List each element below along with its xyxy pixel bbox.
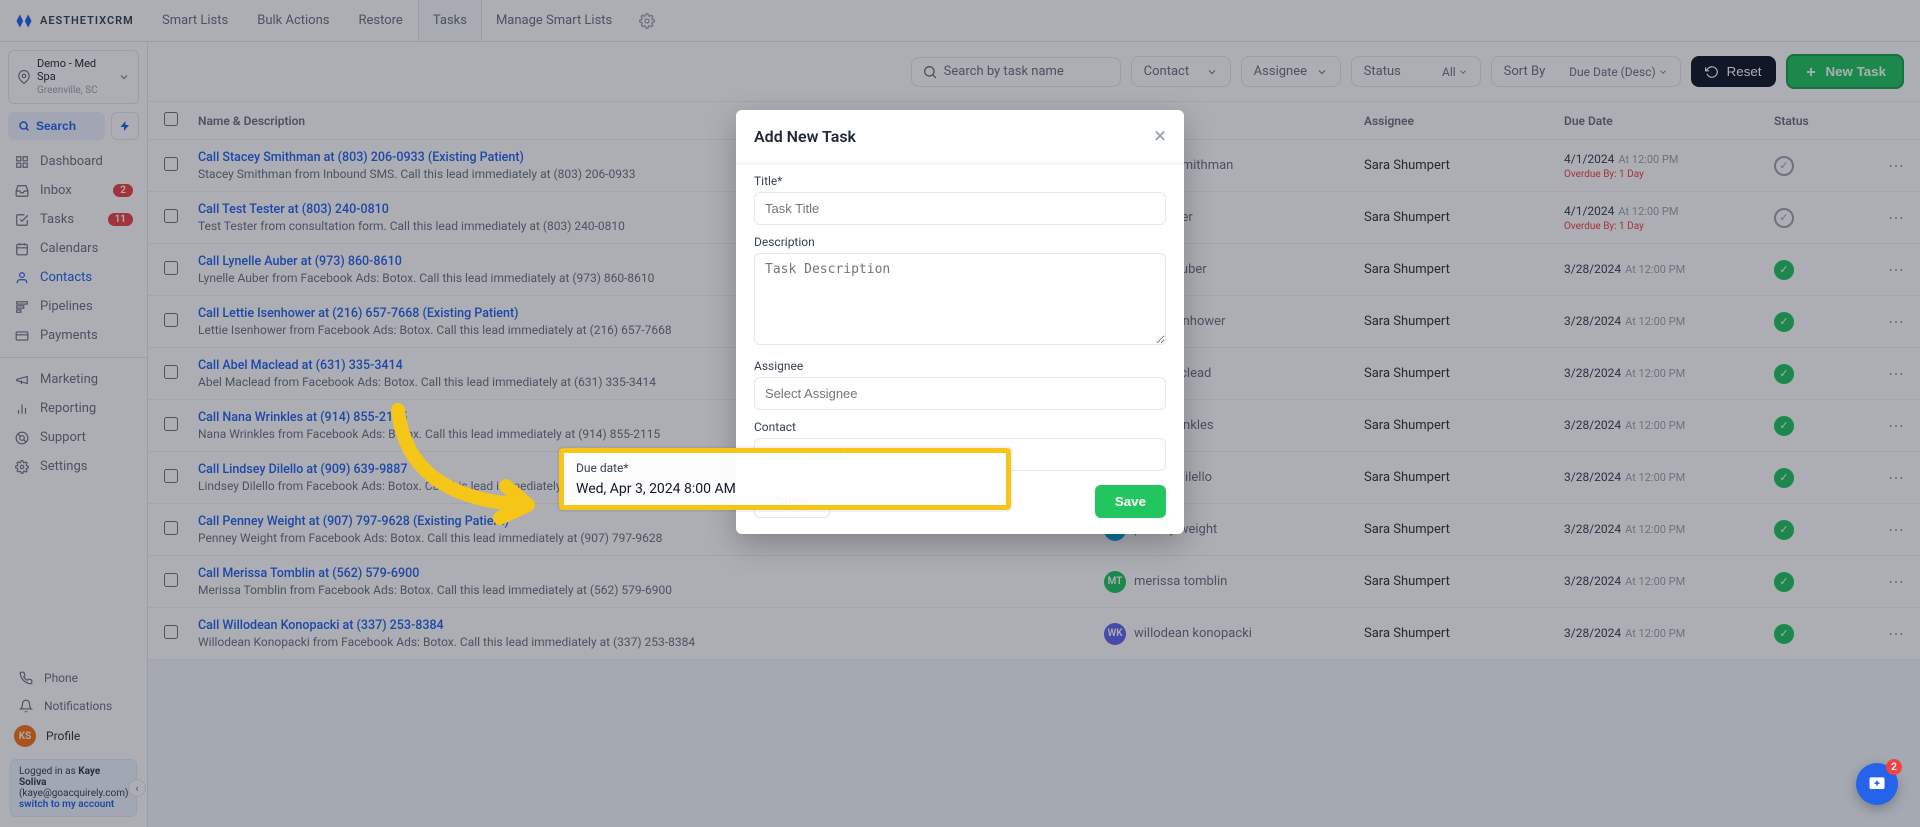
- field-title: Title*: [754, 174, 1166, 225]
- task-description-input[interactable]: [754, 253, 1166, 345]
- due-date-value[interactable]: Wed, Apr 3, 2024 8:00 AM: [576, 481, 994, 497]
- due-date-label: Due date*: [576, 461, 994, 475]
- modal-title: Add New Task: [754, 127, 856, 146]
- modal-close-button[interactable]: ×: [1154, 124, 1166, 149]
- fab-badge: 2: [1886, 759, 1902, 775]
- highlight-due-date: Due date* Wed, Apr 3, 2024 8:00 AM: [559, 448, 1011, 510]
- chat-plus-icon: [1867, 774, 1887, 794]
- task-title-input[interactable]: [754, 192, 1166, 225]
- save-button[interactable]: Save: [1095, 485, 1166, 518]
- field-description: Description: [754, 235, 1166, 349]
- field-assignee: Assignee: [754, 359, 1166, 410]
- task-assignee-input[interactable]: [754, 377, 1166, 410]
- floating-action-button[interactable]: 2: [1856, 763, 1898, 805]
